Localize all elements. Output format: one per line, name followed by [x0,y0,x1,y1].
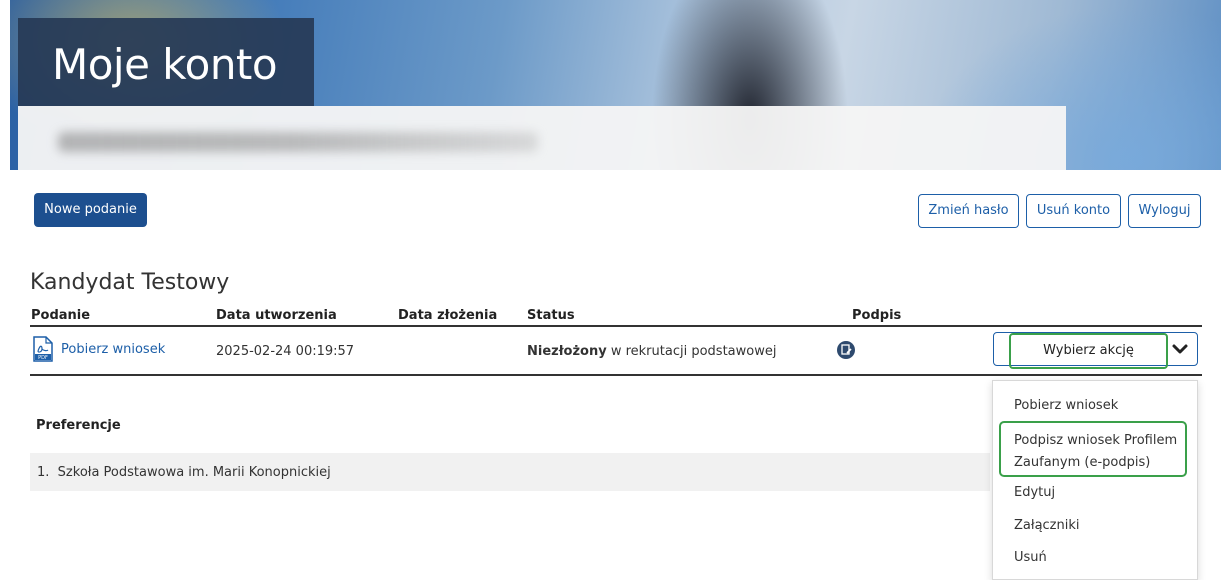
menu-item-sign-trusted-profile[interactable]: Podpisz wniosek Profilem Zaufanym (e-pod… [1014,430,1182,474]
created-date: 2025-02-24 00:19:57 [216,344,355,359]
blurred-user-name [58,132,538,152]
svg-text:PDF: PDF [38,355,48,361]
new-application-button[interactable]: Nowe podanie [34,193,147,227]
menu-item-delete[interactable]: Usuń [1014,550,1047,565]
menu-item-attachments[interactable]: Załączniki [1014,518,1080,533]
status-bold: Niezłożony [527,344,607,359]
column-header-status: Status [527,308,575,323]
column-header-created: Data utworzenia [216,308,337,323]
preference-item: 1. Szkoła Podstawowa im. Marii Konopnick… [37,465,331,480]
menu-item-edit[interactable]: Edytuj [1014,485,1055,500]
banner-edge [0,0,10,170]
menu-item-download[interactable]: Pobierz wniosek [1014,398,1118,413]
table-header-divider [30,325,1202,327]
column-header-submitted: Data złożenia [398,308,498,323]
action-select-value[interactable]: Wybierz akcję [1009,343,1168,358]
table-row-divider [30,374,1202,376]
preference-index: 1. [37,465,50,480]
status-detail: w rekrutacji podstawowej [606,344,777,359]
preference-school: Szkoła Podstawowa im. Marii Konopnickiej [57,465,331,480]
signature-icon [837,341,855,359]
candidate-name: Kandydat Testowy [30,270,230,295]
download-application-link[interactable]: Pobierz wniosek [61,342,165,357]
chevron-down-icon[interactable] [1168,341,1192,357]
status-text: Niezłożony w rekrutacji podstawowej [527,344,776,359]
logout-button[interactable]: Wyloguj [1128,194,1201,228]
column-header-application: Podanie [31,308,91,323]
column-header-signature: Podpis [852,308,902,323]
change-password-button[interactable]: Zmień hasło [918,194,1019,228]
preferences-title: Preferencje [36,418,121,433]
delete-account-button[interactable]: Usuń konto [1026,194,1121,228]
page-title: Moje konto [52,40,278,89]
pdf-icon[interactable]: PDF [32,336,54,362]
